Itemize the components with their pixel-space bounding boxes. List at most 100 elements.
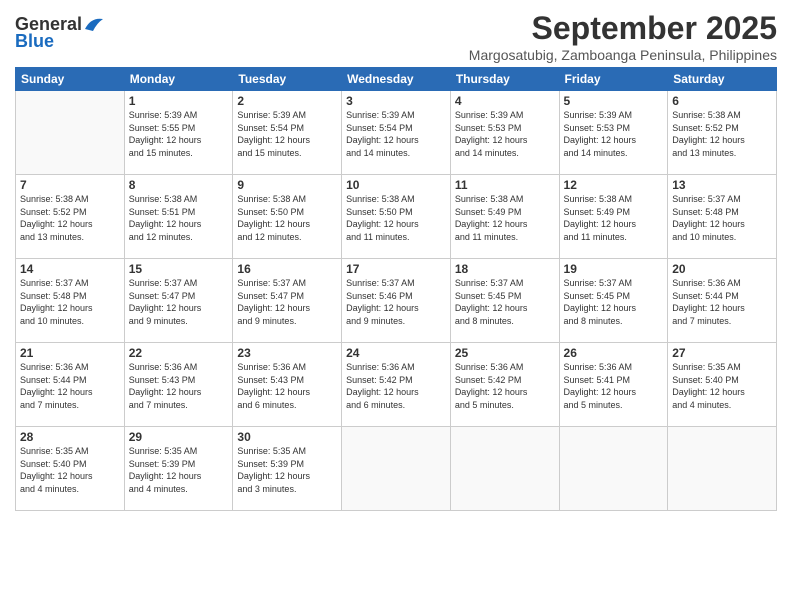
logo-wing-icon (83, 15, 105, 33)
calendar-week-row: 21Sunrise: 5:36 AM Sunset: 5:44 PM Dayli… (16, 343, 777, 427)
table-row: 8Sunrise: 5:38 AM Sunset: 5:51 PM Daylig… (124, 175, 233, 259)
calendar-week-row: 14Sunrise: 5:37 AM Sunset: 5:48 PM Dayli… (16, 259, 777, 343)
day-info: Sunrise: 5:39 AM Sunset: 5:54 PM Dayligh… (346, 109, 446, 159)
table-row: 22Sunrise: 5:36 AM Sunset: 5:43 PM Dayli… (124, 343, 233, 427)
day-info: Sunrise: 5:36 AM Sunset: 5:41 PM Dayligh… (564, 361, 664, 411)
table-row: 24Sunrise: 5:36 AM Sunset: 5:42 PM Dayli… (342, 343, 451, 427)
table-row (450, 427, 559, 511)
table-row (668, 427, 777, 511)
col-thursday: Thursday (450, 68, 559, 91)
day-info: Sunrise: 5:35 AM Sunset: 5:40 PM Dayligh… (20, 445, 120, 495)
table-row (16, 91, 125, 175)
day-number: 27 (672, 346, 772, 360)
table-row: 11Sunrise: 5:38 AM Sunset: 5:49 PM Dayli… (450, 175, 559, 259)
table-row: 17Sunrise: 5:37 AM Sunset: 5:46 PM Dayli… (342, 259, 451, 343)
day-number: 21 (20, 346, 120, 360)
day-info: Sunrise: 5:37 AM Sunset: 5:45 PM Dayligh… (564, 277, 664, 327)
table-row: 26Sunrise: 5:36 AM Sunset: 5:41 PM Dayli… (559, 343, 668, 427)
day-number: 12 (564, 178, 664, 192)
day-number: 9 (237, 178, 337, 192)
logo-blue: Blue (15, 31, 54, 52)
day-info: Sunrise: 5:35 AM Sunset: 5:40 PM Dayligh… (672, 361, 772, 411)
day-info: Sunrise: 5:39 AM Sunset: 5:54 PM Dayligh… (237, 109, 337, 159)
calendar-table: Sunday Monday Tuesday Wednesday Thursday… (15, 67, 777, 511)
table-row: 12Sunrise: 5:38 AM Sunset: 5:49 PM Dayli… (559, 175, 668, 259)
table-row: 28Sunrise: 5:35 AM Sunset: 5:40 PM Dayli… (16, 427, 125, 511)
day-number: 1 (129, 94, 229, 108)
day-info: Sunrise: 5:37 AM Sunset: 5:46 PM Dayligh… (346, 277, 446, 327)
day-number: 20 (672, 262, 772, 276)
day-number: 10 (346, 178, 446, 192)
table-row (559, 427, 668, 511)
day-info: Sunrise: 5:39 AM Sunset: 5:53 PM Dayligh… (564, 109, 664, 159)
day-info: Sunrise: 5:37 AM Sunset: 5:48 PM Dayligh… (20, 277, 120, 327)
table-row: 2Sunrise: 5:39 AM Sunset: 5:54 PM Daylig… (233, 91, 342, 175)
day-info: Sunrise: 5:39 AM Sunset: 5:53 PM Dayligh… (455, 109, 555, 159)
table-row: 1Sunrise: 5:39 AM Sunset: 5:55 PM Daylig… (124, 91, 233, 175)
day-number: 19 (564, 262, 664, 276)
header: General Blue September 2025 Margosatubig… (15, 10, 777, 63)
day-number: 18 (455, 262, 555, 276)
table-row: 6Sunrise: 5:38 AM Sunset: 5:52 PM Daylig… (668, 91, 777, 175)
col-monday: Monday (124, 68, 233, 91)
table-row: 10Sunrise: 5:38 AM Sunset: 5:50 PM Dayli… (342, 175, 451, 259)
col-sunday: Sunday (16, 68, 125, 91)
table-row: 14Sunrise: 5:37 AM Sunset: 5:48 PM Dayli… (16, 259, 125, 343)
day-info: Sunrise: 5:36 AM Sunset: 5:44 PM Dayligh… (672, 277, 772, 327)
day-info: Sunrise: 5:38 AM Sunset: 5:51 PM Dayligh… (129, 193, 229, 243)
day-info: Sunrise: 5:38 AM Sunset: 5:50 PM Dayligh… (237, 193, 337, 243)
table-row: 21Sunrise: 5:36 AM Sunset: 5:44 PM Dayli… (16, 343, 125, 427)
day-number: 25 (455, 346, 555, 360)
day-number: 16 (237, 262, 337, 276)
day-info: Sunrise: 5:37 AM Sunset: 5:48 PM Dayligh… (672, 193, 772, 243)
col-wednesday: Wednesday (342, 68, 451, 91)
day-number: 14 (20, 262, 120, 276)
table-row: 4Sunrise: 5:39 AM Sunset: 5:53 PM Daylig… (450, 91, 559, 175)
calendar-week-row: 28Sunrise: 5:35 AM Sunset: 5:40 PM Dayli… (16, 427, 777, 511)
logo: General Blue (15, 14, 105, 52)
day-number: 2 (237, 94, 337, 108)
day-info: Sunrise: 5:38 AM Sunset: 5:49 PM Dayligh… (564, 193, 664, 243)
table-row: 18Sunrise: 5:37 AM Sunset: 5:45 PM Dayli… (450, 259, 559, 343)
table-row: 20Sunrise: 5:36 AM Sunset: 5:44 PM Dayli… (668, 259, 777, 343)
table-row: 9Sunrise: 5:38 AM Sunset: 5:50 PM Daylig… (233, 175, 342, 259)
table-row: 15Sunrise: 5:37 AM Sunset: 5:47 PM Dayli… (124, 259, 233, 343)
month-title: September 2025 (469, 10, 777, 47)
day-number: 11 (455, 178, 555, 192)
day-info: Sunrise: 5:36 AM Sunset: 5:43 PM Dayligh… (237, 361, 337, 411)
day-number: 22 (129, 346, 229, 360)
table-row: 13Sunrise: 5:37 AM Sunset: 5:48 PM Dayli… (668, 175, 777, 259)
day-number: 13 (672, 178, 772, 192)
table-row: 23Sunrise: 5:36 AM Sunset: 5:43 PM Dayli… (233, 343, 342, 427)
page: General Blue September 2025 Margosatubig… (0, 0, 792, 612)
day-number: 4 (455, 94, 555, 108)
day-info: Sunrise: 5:37 AM Sunset: 5:45 PM Dayligh… (455, 277, 555, 327)
table-row: 7Sunrise: 5:38 AM Sunset: 5:52 PM Daylig… (16, 175, 125, 259)
day-info: Sunrise: 5:38 AM Sunset: 5:50 PM Dayligh… (346, 193, 446, 243)
day-number: 6 (672, 94, 772, 108)
day-info: Sunrise: 5:36 AM Sunset: 5:42 PM Dayligh… (455, 361, 555, 411)
day-number: 29 (129, 430, 229, 444)
table-row: 29Sunrise: 5:35 AM Sunset: 5:39 PM Dayli… (124, 427, 233, 511)
day-info: Sunrise: 5:36 AM Sunset: 5:43 PM Dayligh… (129, 361, 229, 411)
day-number: 28 (20, 430, 120, 444)
day-info: Sunrise: 5:37 AM Sunset: 5:47 PM Dayligh… (129, 277, 229, 327)
table-row: 19Sunrise: 5:37 AM Sunset: 5:45 PM Dayli… (559, 259, 668, 343)
calendar-header-row: Sunday Monday Tuesday Wednesday Thursday… (16, 68, 777, 91)
day-info: Sunrise: 5:35 AM Sunset: 5:39 PM Dayligh… (129, 445, 229, 495)
table-row: 25Sunrise: 5:36 AM Sunset: 5:42 PM Dayli… (450, 343, 559, 427)
day-info: Sunrise: 5:36 AM Sunset: 5:42 PM Dayligh… (346, 361, 446, 411)
table-row: 30Sunrise: 5:35 AM Sunset: 5:39 PM Dayli… (233, 427, 342, 511)
day-info: Sunrise: 5:38 AM Sunset: 5:49 PM Dayligh… (455, 193, 555, 243)
day-number: 8 (129, 178, 229, 192)
col-friday: Friday (559, 68, 668, 91)
col-saturday: Saturday (668, 68, 777, 91)
day-number: 3 (346, 94, 446, 108)
day-number: 30 (237, 430, 337, 444)
table-row: 27Sunrise: 5:35 AM Sunset: 5:40 PM Dayli… (668, 343, 777, 427)
day-number: 26 (564, 346, 664, 360)
table-row (342, 427, 451, 511)
day-info: Sunrise: 5:38 AM Sunset: 5:52 PM Dayligh… (20, 193, 120, 243)
day-info: Sunrise: 5:36 AM Sunset: 5:44 PM Dayligh… (20, 361, 120, 411)
day-number: 24 (346, 346, 446, 360)
